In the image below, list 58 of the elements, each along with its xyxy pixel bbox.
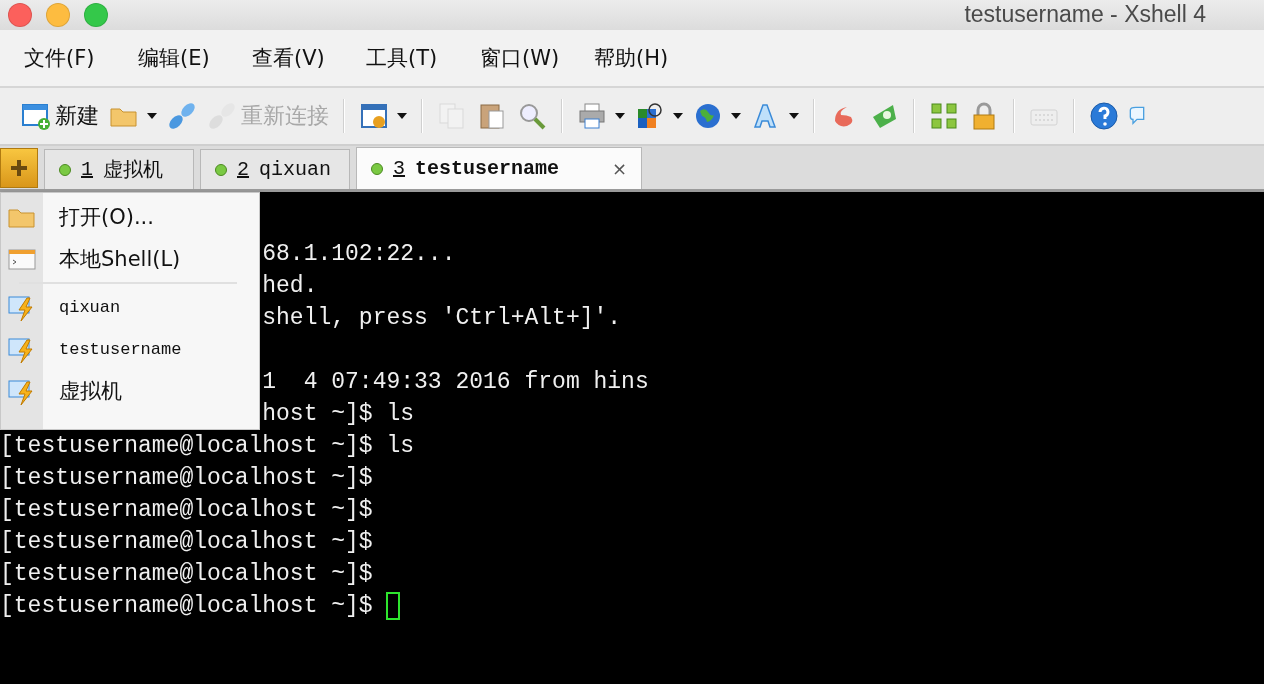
tab-number: 3	[393, 157, 405, 180]
color-squares-icon	[635, 101, 665, 131]
caret-icon	[615, 113, 625, 119]
tab-number: 1	[81, 158, 93, 181]
terminal-line: [testusername@localhost ~]$	[0, 528, 373, 557]
toolbar-button[interactable]: 新建	[16, 96, 104, 136]
terminal-line: [testusername@localhost ~]$ ls	[0, 432, 415, 461]
caret-icon	[789, 113, 799, 119]
menu-item[interactable]: 打开(O)...	[1, 196, 259, 238]
zoom-button[interactable]	[84, 3, 108, 27]
caret-icon	[147, 113, 157, 119]
close-button[interactable]	[8, 3, 32, 27]
terminal-line: host ~]$ ls	[262, 400, 415, 429]
tab-number: 2	[237, 158, 249, 181]
menu-item[interactable]: 工具(T)	[366, 44, 480, 72]
menu-item[interactable]: 虚拟机	[1, 370, 259, 412]
help-icon	[1089, 101, 1119, 131]
terminal-line: [testusername@localhost ~]$	[0, 560, 373, 589]
fullscreen-icon	[929, 101, 959, 131]
terminal-line: 1 4 07:49:33 2016 from hins	[262, 368, 649, 397]
plus-icon	[10, 159, 28, 177]
link-icon	[167, 101, 197, 131]
properties-icon	[359, 101, 389, 131]
search-icon	[517, 101, 547, 131]
tab-name: 虚拟机	[103, 158, 163, 183]
menu-item[interactable]: testusername	[1, 328, 259, 370]
window-title: testusername - Xshell 4	[964, 0, 1206, 28]
terminal-line: [testusername@localhost ~]$	[0, 496, 373, 525]
caret-icon	[397, 113, 407, 119]
terminal-line: hed.	[262, 272, 318, 301]
terminal-line: [testusername@localhost ~]$	[0, 464, 373, 493]
tab-name: testusername	[415, 157, 560, 180]
tab-name: qixuan	[259, 158, 332, 181]
terminal-line: shell, press 'Ctrl+Alt+]'.	[262, 304, 622, 333]
menu-item[interactable]: 本地Shell(L)	[1, 238, 259, 280]
terminal-line: [testusername@localhost ~]$	[0, 592, 373, 621]
printer-icon	[577, 101, 607, 131]
new-window-icon	[21, 101, 51, 131]
caret-icon	[731, 113, 741, 119]
status-dot	[371, 162, 383, 175]
menu-item[interactable]: 窗口(W)	[480, 44, 594, 72]
menu-item[interactable]: 帮助(H)	[594, 44, 708, 72]
add-session-button[interactable]	[0, 148, 38, 188]
clipboard-icon	[477, 101, 507, 131]
session-tab[interactable]: 2 qixuan	[200, 149, 350, 189]
session-tab[interactable]: 3 testusername ×	[356, 147, 642, 189]
session-tab[interactable]: 1 虚拟机	[44, 149, 194, 189]
menu-item[interactable]: qixuan	[1, 286, 259, 328]
terminal-line: 68.1.102:22...	[262, 240, 456, 269]
status-dot	[59, 163, 71, 176]
close-tab-button[interactable]: ×	[611, 158, 627, 179]
menu-item[interactable]: 编辑(E)	[138, 44, 252, 72]
status-dot	[215, 163, 227, 176]
globe-icon	[693, 101, 723, 131]
menu-item[interactable]: 查看(V)	[252, 44, 366, 72]
minimize-button[interactable]	[46, 3, 70, 27]
menu-item[interactable]: 文件(F)	[24, 44, 138, 72]
caret-icon	[673, 113, 683, 119]
